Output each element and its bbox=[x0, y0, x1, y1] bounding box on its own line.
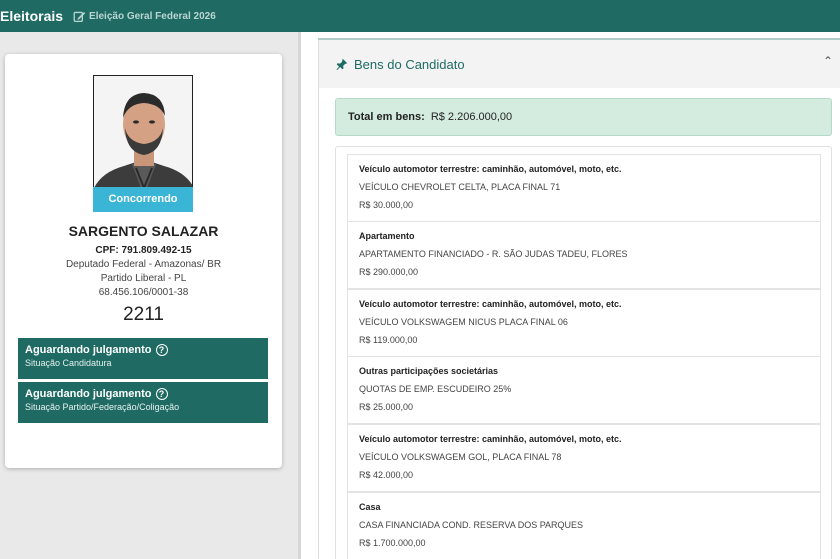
status-chip: Concorrendo bbox=[93, 187, 193, 212]
edit-icon bbox=[73, 11, 86, 22]
asset-description: VEÍCULO VOLKSWAGEM GOL, PLACA FINAL 78 bbox=[359, 452, 562, 462]
candidate-cpf: CPF: 791.809.492-15 bbox=[95, 245, 192, 256]
asset-kind: Veículo automotor terrestre: caminhão, a… bbox=[359, 164, 622, 174]
total-assets-box: Total em bens: R$ 2.206.000,00 bbox=[335, 98, 832, 136]
asset-value: R$ 290.000,00 bbox=[359, 267, 419, 277]
asset-value: R$ 1.700.000,00 bbox=[359, 538, 426, 548]
asset-item: Apartamento APARTAMENTO FINANCIADO - R. … bbox=[347, 221, 821, 289]
top-bar: Eleitorais Eleição Geral Federal 2026 bbox=[0, 0, 840, 32]
asset-item: Veículo automotor terrestre: caminhão, a… bbox=[347, 424, 821, 492]
asset-description: VEÍCULO CHEVROLET CELTA, PLACA FINAL 71 bbox=[359, 182, 561, 192]
asset-description: QUOTAS DE EMP. ESCUDEIRO 25% bbox=[359, 384, 512, 394]
situation-candidacy: Aguardando julgamento ? Situação Candida… bbox=[18, 338, 268, 379]
assets-section-title: Bens do Candidato bbox=[354, 56, 465, 72]
assets-panel-header[interactable]: Bens do Candidato ⌃ bbox=[319, 40, 840, 88]
question-circle-icon[interactable]: ? bbox=[155, 344, 168, 356]
asset-value: R$ 30.000,00 bbox=[359, 200, 414, 210]
asset-value: R$ 119.000,00 bbox=[359, 335, 418, 345]
assets-list: Veículo automotor terrestre: caminhão, a… bbox=[335, 146, 832, 559]
situation-title: Aguardando julgamento bbox=[25, 388, 152, 400]
total-assets-value: R$ 2.206.000,00 bbox=[430, 111, 513, 123]
candidate-name: SARGENTO SALAZAR bbox=[68, 223, 219, 239]
situation-subtitle: Situação Partido/Federação/Coligação bbox=[25, 402, 180, 412]
candidate-party: Partido Liberal - PL bbox=[100, 273, 187, 284]
assets-panel: Bens do Candidato ⌃ Total em bens: R$ 2.… bbox=[318, 40, 840, 559]
situation-party: Aguardando julgamento ? Situação Partido… bbox=[18, 382, 268, 423]
asset-value: R$ 42.000,00 bbox=[359, 470, 414, 480]
asset-description: APARTAMENTO FINANCIADO - R. SÃO JUDAS TA… bbox=[359, 249, 628, 259]
asset-kind: Apartamento bbox=[359, 231, 415, 241]
asset-description: VEÍCULO VOLKSWAGEM NICUS PLACA FINAL 06 bbox=[359, 317, 568, 327]
candidate-number: 2211 bbox=[123, 304, 164, 325]
asset-item: Veículo automotor terrestre: caminhão, a… bbox=[347, 289, 821, 357]
asset-value: R$ 25.000,00 bbox=[359, 402, 414, 412]
main-content: Bens do Candidato ⌃ Total em bens: R$ 2.… bbox=[301, 32, 840, 559]
asset-kind: Casa bbox=[359, 502, 381, 512]
candidate-sidebar: Concorrendo SARGENTO SALAZAR CPF: 791.80… bbox=[0, 32, 298, 559]
app-title[interactable]: Eleitorais bbox=[0, 8, 63, 24]
candidate-cnpj: 68.456.106/0001-38 bbox=[98, 287, 189, 298]
asset-item: Outras participações societárias QUOTAS … bbox=[347, 356, 821, 424]
election-label: Eleição Geral Federal 2026 bbox=[89, 10, 216, 22]
situation-title: Aguardando julgamento bbox=[25, 344, 152, 356]
asset-item: Casa CASA FINANCIADA COND. RESERVA DOS P… bbox=[347, 492, 821, 559]
situation-subtitle: Situação Candidatura bbox=[25, 358, 112, 368]
election-link[interactable]: Eleição Geral Federal 2026 bbox=[73, 10, 216, 23]
pushpin-icon bbox=[336, 58, 348, 70]
chevron-up-icon[interactable]: ⌃ bbox=[823, 54, 833, 68]
total-assets-label: Total em bens: bbox=[348, 111, 425, 123]
candidate-card: Concorrendo SARGENTO SALAZAR CPF: 791.80… bbox=[5, 54, 282, 468]
asset-kind: Outras participações societárias bbox=[359, 366, 499, 376]
asset-description: CASA FINANCIADA COND. RESERVA DOS PARQUE… bbox=[359, 520, 584, 530]
question-circle-icon[interactable]: ? bbox=[155, 388, 168, 400]
asset-kind: Veículo automotor terrestre: caminhão, a… bbox=[359, 434, 622, 444]
asset-item: Veículo automotor terrestre: caminhão, a… bbox=[347, 154, 821, 222]
asset-kind: Veículo automotor terrestre: caminhão, a… bbox=[359, 299, 622, 309]
candidate-office: Deputado Federal - Amazonas/ BR bbox=[65, 259, 222, 270]
